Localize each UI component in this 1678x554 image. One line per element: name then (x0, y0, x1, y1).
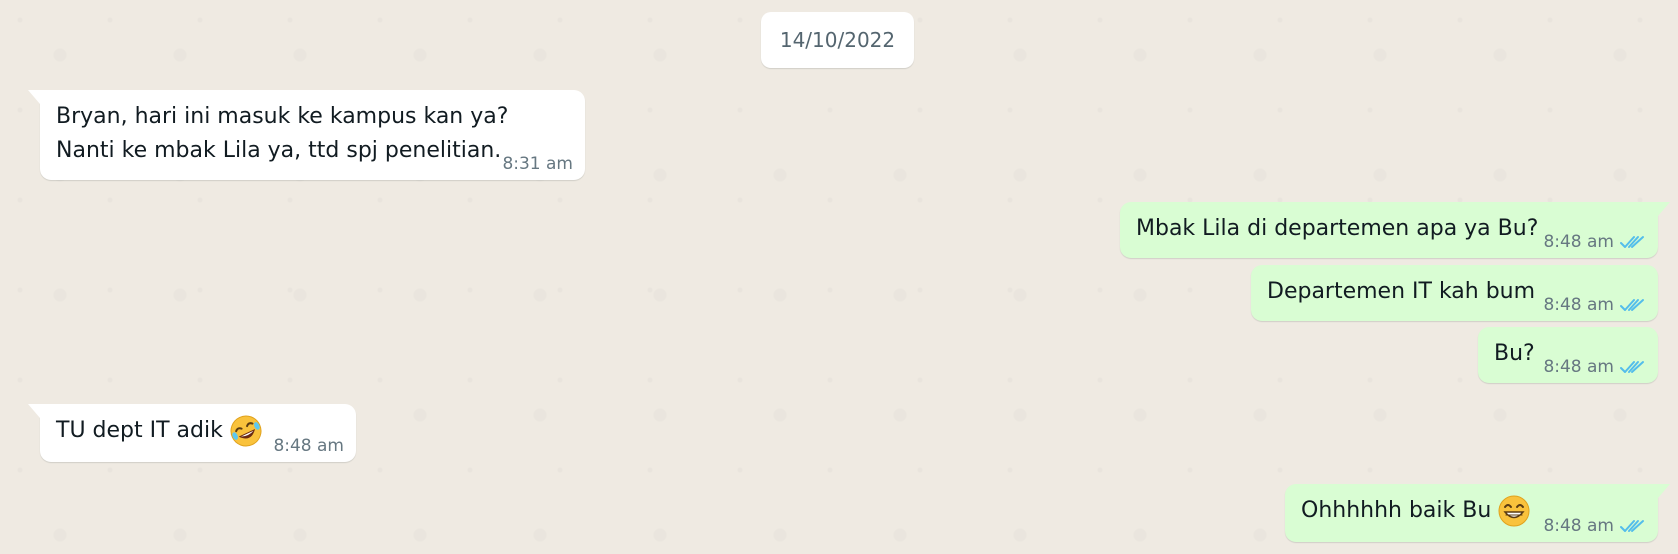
message-bubble-incoming[interactable]: Bryan, hari ini masuk ke kampus kan ya? … (28, 90, 585, 180)
message-meta: 8:48 am (1543, 232, 1646, 252)
beaming-face-emoji (1498, 495, 1530, 527)
message-time: 8:48 am (1543, 232, 1614, 252)
message-meta: 8:31 am (502, 154, 573, 174)
message-bubble-outgoing[interactable]: Departemen IT kah bum 8:48 am (1251, 265, 1658, 321)
message-time: 8:31 am (502, 154, 573, 174)
message-meta: 8:48 am (1543, 357, 1646, 377)
message-time: 8:48 am (273, 436, 344, 456)
message-time: 8:48 am (1543, 516, 1614, 536)
rolling-on-floor-laughing-emoji (230, 415, 262, 447)
message-text: Bryan, hari ini masuk ke kampus kan ya? … (56, 104, 509, 163)
double-check-read-icon (1620, 520, 1644, 532)
message-text-content: TU dept IT adik (56, 418, 223, 443)
date-label: 14/10/2022 (779, 28, 896, 52)
double-check-read-icon (1620, 236, 1644, 248)
message-meta: 8:48 am (273, 436, 344, 456)
message-time: 8:48 am (1543, 295, 1614, 315)
message-bubble-outgoing[interactable]: Bu? 8:48 am (1478, 327, 1658, 383)
message-bubble-outgoing[interactable]: Mbak Lila di departemen apa ya Bu? 8:48 … (1120, 202, 1670, 258)
double-check-read-icon (1620, 361, 1644, 373)
message-meta: 8:48 am (1543, 295, 1646, 315)
message-meta: 8:48 am (1543, 516, 1646, 536)
message-bubble-incoming[interactable]: TU dept IT adik 8:48 am (28, 404, 356, 462)
message-bubble-outgoing[interactable]: Ohhhhhh baik Bu 8:48 am (1285, 484, 1670, 542)
message-text-content: Ohhhhhh baik Bu (1301, 498, 1492, 523)
date-separator: 14/10/2022 (761, 12, 914, 68)
message-time: 8:48 am (1543, 357, 1614, 377)
double-check-read-icon (1620, 299, 1644, 311)
